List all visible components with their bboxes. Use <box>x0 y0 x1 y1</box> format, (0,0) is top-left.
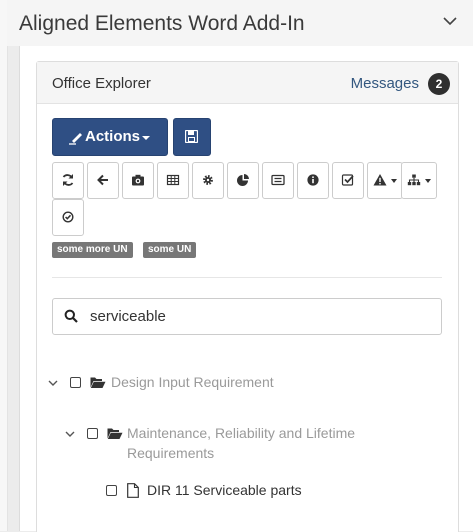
left-edge-strip <box>0 0 8 531</box>
tree-node-label: Maintenance, Reliability and Lifetime <box>127 425 356 441</box>
snapshot-button[interactable] <box>122 162 154 199</box>
sitemap-icon <box>407 174 421 186</box>
chevron-down-icon[interactable] <box>48 378 58 388</box>
table-button[interactable] <box>157 162 189 199</box>
tree-node-label: Design Input Requirement <box>111 374 274 390</box>
caret-down-icon <box>425 179 431 183</box>
list-button[interactable] <box>262 162 294 199</box>
tree-node-label: DIR 11 Serviceable parts <box>147 482 302 498</box>
checkbox[interactable] <box>106 485 117 496</box>
back-button[interactable] <box>87 162 119 199</box>
caret-down-icon <box>391 179 397 183</box>
hierarchy-dropdown-button[interactable] <box>401 162 437 199</box>
checkbox[interactable] <box>70 377 81 388</box>
search-icon <box>64 309 78 323</box>
tree-node-design-input-requirement[interactable]: Design Input Requirement <box>37 372 457 394</box>
arrow-left-icon <box>97 174 108 186</box>
addin-pane: Office Explorer Messages 2 Actions some … <box>19 46 473 532</box>
check-circle-icon <box>62 211 74 223</box>
warning-dropdown-button[interactable] <box>367 162 403 199</box>
folder-open-icon <box>90 377 106 388</box>
tree-node-dir-11[interactable]: DIR 11 Serviceable parts <box>37 480 457 502</box>
gear-icon <box>203 175 213 185</box>
label-some-more-un: some more UN <box>52 242 133 258</box>
checklist-button[interactable] <box>332 162 364 199</box>
search-input[interactable]: serviceable <box>52 298 442 335</box>
messages-count-badge: 2 <box>428 73 450 95</box>
refresh-button[interactable] <box>52 162 84 199</box>
save-button[interactable] <box>173 118 211 156</box>
messages-link[interactable]: Messages <box>351 75 419 92</box>
tree-node-maintenance-requirements[interactable]: Maintenance, Reliability and Lifetime Re… <box>37 423 457 467</box>
info-button[interactable] <box>297 162 329 199</box>
verify-button[interactable] <box>52 199 84 236</box>
refresh-icon <box>62 174 74 186</box>
warning-icon <box>373 174 387 186</box>
checkbox[interactable] <box>87 428 98 439</box>
panel-title: Office Explorer <box>52 75 151 92</box>
actions-dropdown-button[interactable]: Actions <box>52 118 168 156</box>
save-icon <box>185 130 198 143</box>
list-alt-icon <box>271 174 285 186</box>
file-icon <box>127 483 139 498</box>
chevron-down-icon[interactable] <box>65 429 75 439</box>
camera-icon <box>132 174 144 186</box>
check-square-icon <box>341 174 354 186</box>
addin-header: Aligned Elements Word Add-In <box>7 0 473 46</box>
caret-down-icon <box>142 136 150 140</box>
panel-header: Office Explorer Messages 2 <box>37 62 458 104</box>
office-explorer-panel: Office Explorer Messages 2 Actions some … <box>36 61 459 532</box>
settings-button[interactable] <box>192 162 224 199</box>
info-icon <box>307 174 319 186</box>
label-some-un: some UN <box>143 242 197 258</box>
actions-label: Actions <box>85 128 141 145</box>
tree-node-label-continued: Requirements <box>127 445 215 461</box>
pie-chart-icon <box>237 174 249 186</box>
search-value: serviceable <box>90 308 166 325</box>
chart-button[interactable] <box>227 162 259 199</box>
folder-open-icon <box>107 428 123 439</box>
divider <box>52 277 442 278</box>
chevron-down-icon[interactable] <box>441 12 459 30</box>
table-icon <box>166 174 180 186</box>
pencil-icon <box>69 133 82 145</box>
addin-title: Aligned Elements Word Add-In <box>19 12 305 35</box>
